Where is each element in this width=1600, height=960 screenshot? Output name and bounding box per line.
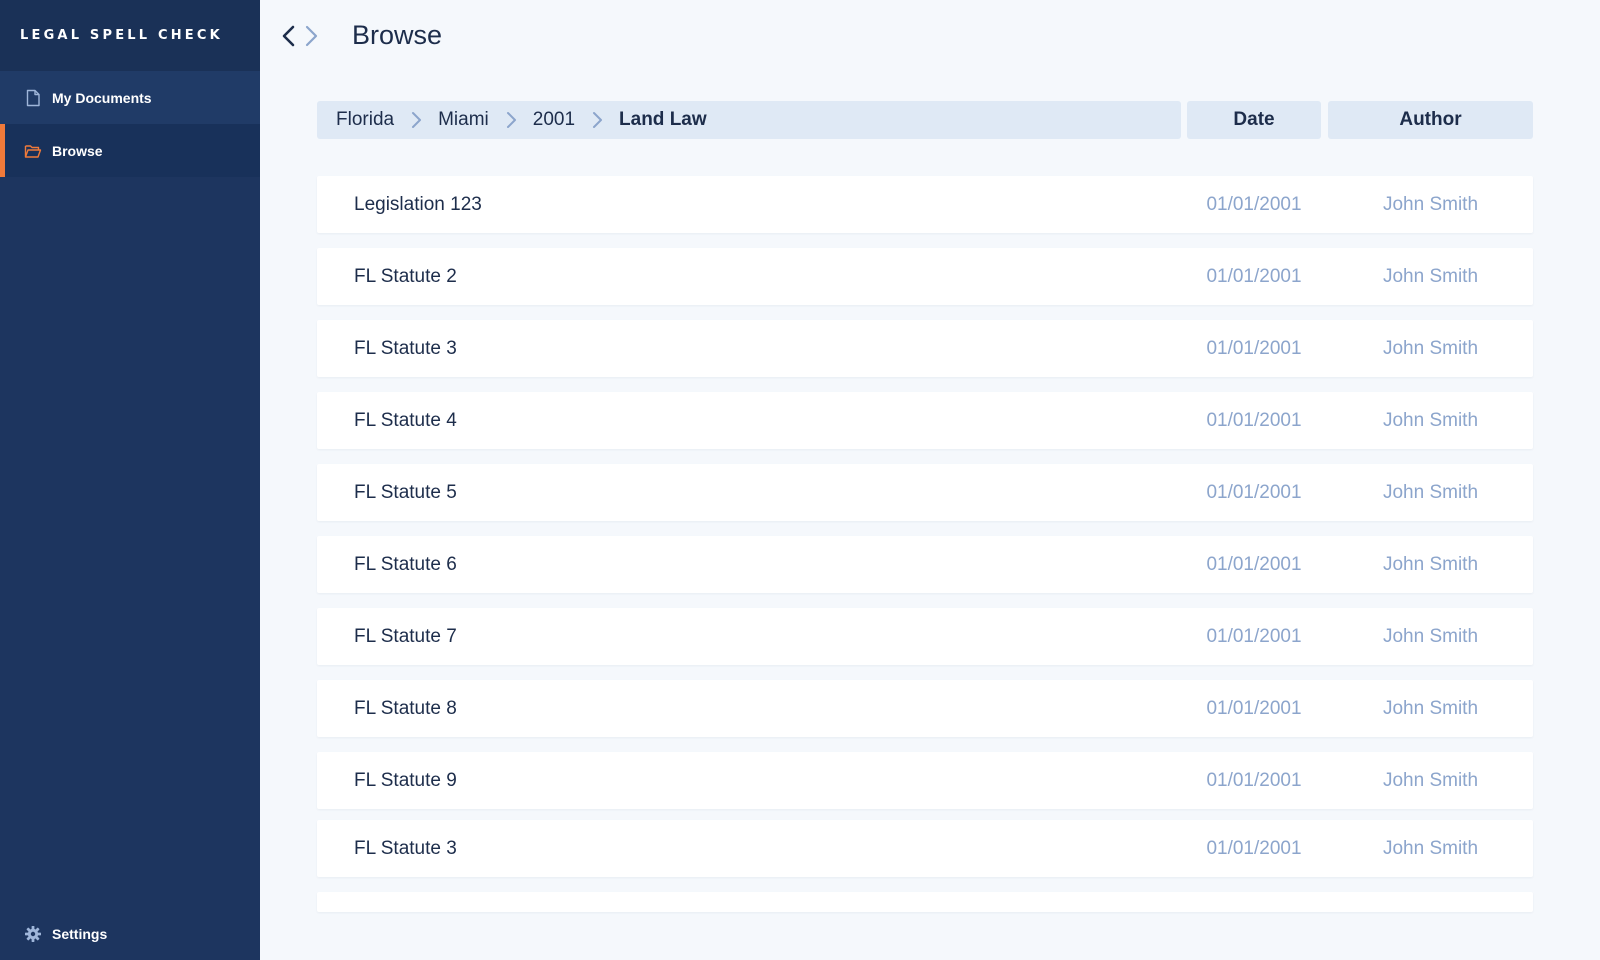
sidebar: LEGAL SPELL CHECK My Documents Browse Se… <box>0 0 260 960</box>
table-row[interactable]: FL Statute 8 01/01/2001 John Smith <box>317 680 1533 737</box>
sidebar-item-browse[interactable]: Browse <box>0 124 260 177</box>
forward-arrow-icon[interactable] <box>300 22 322 50</box>
row-author: John Smith <box>1382 481 1479 503</box>
row-author: John Smith <box>1382 193 1479 215</box>
history-nav <box>278 22 322 50</box>
table-row[interactable]: FL Statute 7 01/01/2001 John Smith <box>317 608 1533 665</box>
page-title: Browse <box>352 20 443 50</box>
table-row[interactable]: FL Statute 2 01/01/2001 John Smith <box>317 248 1533 305</box>
top-bar: Browse <box>260 0 1600 71</box>
list-header: Florida Miami 2001 Land Law Date Author <box>317 101 1533 139</box>
app-brand: LEGAL SPELL CHECK <box>0 0 260 71</box>
row-date: 01/01/2001 <box>1206 193 1302 215</box>
breadcrumb: Florida Miami 2001 Land Law <box>317 101 1181 139</box>
row-author: John Smith <box>1382 625 1479 647</box>
row-date: 01/01/2001 <box>1206 769 1302 791</box>
table-row[interactable]: FL Statute 3 01/01/2001 John Smith <box>317 820 1533 877</box>
row-name: FL Statute 6 <box>354 553 457 575</box>
row-name: FL Statute 7 <box>354 625 457 647</box>
table-row-partial[interactable] <box>317 892 1533 912</box>
row-author: John Smith <box>1382 837 1479 859</box>
row-author: John Smith <box>1382 697 1479 719</box>
row-date: 01/01/2001 <box>1206 337 1302 359</box>
table-row[interactable]: FL Statute 9 01/01/2001 John Smith <box>317 752 1533 809</box>
breadcrumb-item[interactable]: Miami <box>438 109 489 131</box>
row-name: FL Statute 2 <box>354 265 457 287</box>
chevron-right-icon <box>410 111 422 129</box>
folder-open-icon <box>24 142 42 160</box>
sidebar-item-label: Browse <box>52 142 103 159</box>
row-name: FL Statute 4 <box>354 409 457 431</box>
row-name: FL Statute 3 <box>354 337 457 359</box>
row-name: Legislation 123 <box>354 193 482 215</box>
row-name: FL Statute 3 <box>354 837 457 859</box>
back-arrow-icon[interactable] <box>278 22 300 50</box>
row-date: 01/01/2001 <box>1206 481 1302 503</box>
breadcrumb-current: Land Law <box>619 109 707 130</box>
settings-button[interactable]: Settings <box>0 908 260 960</box>
row-author: John Smith <box>1382 409 1479 431</box>
row-author: John Smith <box>1382 265 1479 287</box>
column-header-date[interactable]: Date <box>1187 101 1321 139</box>
document-icon <box>24 89 42 107</box>
row-date: 01/01/2001 <box>1206 553 1302 575</box>
table-row[interactable]: FL Statute 4 01/01/2001 John Smith <box>317 392 1533 449</box>
table-row[interactable]: Legislation 123 01/01/2001 John Smith <box>317 176 1533 233</box>
table-row[interactable]: FL Statute 6 01/01/2001 John Smith <box>317 536 1533 593</box>
row-date: 01/01/2001 <box>1206 837 1302 859</box>
sidebar-item-my-documents[interactable]: My Documents <box>0 71 260 124</box>
row-date: 01/01/2001 <box>1206 265 1302 287</box>
row-date: 01/01/2001 <box>1206 697 1302 719</box>
sidebar-item-label: My Documents <box>52 89 152 106</box>
chevron-right-icon <box>505 111 517 129</box>
row-author: John Smith <box>1382 553 1479 575</box>
row-date: 01/01/2001 <box>1206 625 1302 647</box>
row-name: FL Statute 9 <box>354 769 457 791</box>
chevron-right-icon <box>591 111 603 129</box>
table-row[interactable]: FL Statute 5 01/01/2001 John Smith <box>317 464 1533 521</box>
row-date: 01/01/2001 <box>1206 409 1302 431</box>
settings-label: Settings <box>52 926 108 942</box>
row-author: John Smith <box>1382 337 1479 359</box>
row-author: John Smith <box>1382 769 1479 791</box>
row-name: FL Statute 8 <box>354 697 457 719</box>
breadcrumb-item[interactable]: Florida <box>336 109 394 131</box>
row-name: FL Statute 5 <box>354 481 457 503</box>
breadcrumb-item[interactable]: 2001 <box>533 109 575 131</box>
gear-icon <box>24 925 42 943</box>
table-row[interactable]: FL Statute 3 01/01/2001 John Smith <box>317 320 1533 377</box>
column-header-author[interactable]: Author <box>1328 101 1533 139</box>
